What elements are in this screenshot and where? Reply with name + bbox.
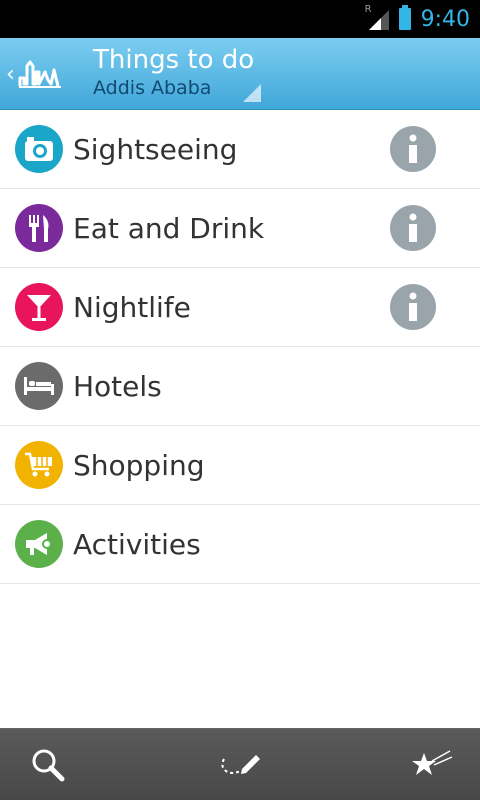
chevron-left-icon: ‹ (6, 61, 15, 87)
up-button[interactable]: ‹ (0, 38, 86, 110)
list-item-label: Nightlife (73, 291, 191, 324)
cart-icon (15, 441, 63, 489)
category-list: Sightseeing Eat and Drink Nightlife Hote… (0, 110, 480, 584)
city-subtitle: Addis Ababa (93, 77, 212, 99)
megaphone-icon (15, 520, 63, 568)
cocktail-icon (15, 283, 63, 331)
list-item-activities[interactable]: Activities (0, 505, 480, 584)
battery-icon (398, 5, 411, 30)
route-button[interactable] (200, 729, 280, 800)
favorites-button[interactable] (392, 729, 472, 800)
list-item-label: Activities (73, 528, 201, 561)
list-item-sightseeing[interactable]: Sightseeing (0, 110, 480, 189)
list-item-label: Hotels (73, 370, 162, 403)
info-icon[interactable] (390, 284, 436, 330)
info-icon[interactable] (390, 126, 436, 172)
list-item-eat-and-drink[interactable]: Eat and Drink (0, 189, 480, 268)
title-spinner[interactable]: Things to do Addis Ababa (93, 44, 254, 100)
action-bar: ‹ Things to do Addis Ababa (0, 38, 480, 110)
page-title: Things to do (93, 45, 255, 75)
favorites-stars-icon (412, 750, 453, 775)
list-item-shopping[interactable]: Shopping (0, 426, 480, 505)
spinner-indicator-icon (243, 84, 261, 102)
info-icon[interactable] (390, 205, 436, 251)
clock: 9:40 (420, 6, 470, 32)
list-item-label: Shopping (73, 449, 205, 482)
list-item-hotels[interactable]: Hotels (0, 347, 480, 426)
search-button[interactable] (8, 729, 88, 800)
status-icons: R 9:40 (365, 0, 470, 38)
search-icon (32, 749, 65, 782)
route-pencil-icon (221, 755, 260, 774)
camera-icon (15, 125, 63, 173)
bottom-bar (0, 728, 480, 800)
list-item-label: Eat and Drink (73, 212, 265, 245)
signal-icon: R (365, 4, 389, 30)
status-bar: R 9:40 (0, 0, 480, 38)
roaming-indicator: R (364, 4, 372, 15)
list-item-nightlife[interactable]: Nightlife (0, 268, 480, 347)
list-item-label: Sightseeing (73, 133, 238, 166)
fork-knife-icon (15, 204, 63, 252)
skyline-logo-icon (18, 60, 61, 88)
bed-icon (15, 362, 63, 410)
